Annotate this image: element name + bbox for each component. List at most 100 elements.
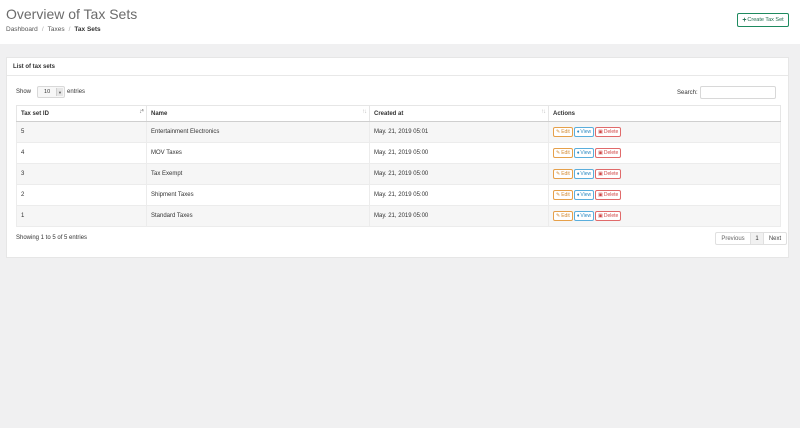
column-header-label: Tax set ID bbox=[21, 110, 49, 117]
cell-id: 5 bbox=[16, 121, 147, 143]
breadcrumb: Dashboard / Taxes / Tax Sets bbox=[6, 26, 101, 33]
eye-icon: ♦ bbox=[576, 213, 580, 219]
edit-label: Edit bbox=[561, 129, 570, 135]
trash-icon: ▣ bbox=[598, 129, 603, 135]
view-button[interactable]: ♦ View bbox=[573, 148, 595, 158]
view-button[interactable]: ♦ View bbox=[573, 211, 595, 221]
cell-name: Tax Exempt bbox=[146, 163, 370, 185]
cell-actions: ✎ Edit ♦ View ▣ Delete bbox=[548, 205, 781, 227]
table-row: 2 Shipment Taxes May. 21, 2019 05:00 ✎ Ed… bbox=[16, 184, 781, 206]
page-1-button[interactable]: 1 bbox=[750, 233, 764, 244]
sort-desc-icon: ↓⁴ bbox=[139, 109, 144, 115]
cell-actions: ✎ Edit ♦ View ▣ Delete bbox=[548, 163, 781, 185]
cell-created: May. 21, 2019 05:00 bbox=[369, 184, 549, 206]
cell-name: MOV Taxes bbox=[146, 142, 370, 164]
cell-name: Entertainment Electronics bbox=[146, 121, 370, 143]
eye-icon: ♦ bbox=[576, 150, 580, 156]
delete-button[interactable]: ▣ Delete bbox=[595, 169, 622, 179]
column-header-name[interactable]: Name ↑↓ bbox=[146, 105, 370, 122]
delete-button[interactable]: ▣ Delete bbox=[595, 211, 622, 221]
edit-icon: ✎ bbox=[556, 171, 561, 177]
trash-icon: ▣ bbox=[598, 192, 603, 198]
table-row: 3 Tax Exempt May. 21, 2019 05:00 ✎ Edit ♦ V… bbox=[16, 163, 781, 185]
edit-button[interactable]: ✎ Edit bbox=[553, 127, 573, 137]
tax-sets-card: List of tax sets Show 10 ▼ entries Searc… bbox=[6, 57, 789, 258]
edit-label: Edit bbox=[561, 171, 570, 177]
cell-id: 2 bbox=[16, 184, 147, 206]
search-label: Search: bbox=[677, 89, 698, 96]
delete-button[interactable]: ▣ Delete bbox=[595, 190, 622, 200]
delete-label: Delete bbox=[603, 150, 619, 156]
view-button[interactable]: ♦ View bbox=[573, 169, 595, 179]
entries-select-value: 10 bbox=[44, 89, 51, 95]
create-tax-set-label: Create Tax Set bbox=[747, 17, 784, 23]
cell-created: May. 21, 2019 05:00 bbox=[369, 205, 549, 227]
page-header: Overview of Tax Sets Dashboard / Taxes /… bbox=[0, 0, 800, 44]
breadcrumb-separator: / bbox=[68, 26, 71, 33]
page-title: Overview of Tax Sets bbox=[6, 6, 138, 22]
search-input[interactable] bbox=[699, 86, 776, 99]
trash-icon: ▣ bbox=[598, 150, 603, 156]
view-button[interactable]: ♦ View bbox=[573, 127, 595, 137]
plus-icon: + bbox=[742, 16, 747, 24]
breadcrumb-taxes[interactable]: Taxes bbox=[48, 26, 65, 33]
edit-button[interactable]: ✎ Edit bbox=[553, 211, 573, 221]
table-row: 5 Entertainment Electronics May. 21, 201… bbox=[16, 121, 781, 143]
view-label: View bbox=[580, 213, 592, 219]
edit-button[interactable]: ✎ Edit bbox=[553, 190, 573, 200]
cell-created: May. 21, 2019 05:01 bbox=[369, 121, 549, 143]
card-title: List of tax sets bbox=[7, 58, 788, 76]
edit-label: Edit bbox=[561, 213, 570, 219]
cell-actions: ✎ Edit ♦ View ▣ Delete bbox=[548, 121, 781, 143]
create-tax-set-button[interactable]: + Create Tax Set bbox=[737, 13, 789, 27]
tax-sets-table: Tax set ID ↓⁴ Name ↑↓ Created at ↑↓ Actions… bbox=[16, 105, 781, 227]
table-row: 4 MOV Taxes May. 21, 2019 05:00 ✎ Edit ♦ Vi… bbox=[16, 142, 781, 164]
pagination: Previous 1 Next bbox=[715, 232, 787, 245]
column-header-id[interactable]: Tax set ID ↓⁴ bbox=[16, 105, 147, 122]
table-header-row: Tax set ID ↓⁴ Name ↑↓ Created at ↑↓ Actions bbox=[16, 105, 781, 122]
entries-length-control: Show 10 ▼ entries bbox=[16, 86, 85, 98]
delete-label: Delete bbox=[603, 192, 619, 198]
edit-button[interactable]: ✎ Edit bbox=[553, 148, 573, 158]
cell-name: Standard Taxes bbox=[146, 205, 370, 227]
view-label: View bbox=[580, 171, 592, 177]
column-header-created[interactable]: Created at ↑↓ bbox=[369, 105, 549, 122]
edit-icon: ✎ bbox=[556, 150, 561, 156]
delete-label: Delete bbox=[603, 129, 619, 135]
entries-select[interactable]: 10 ▼ bbox=[37, 86, 66, 98]
cell-name: Shipment Taxes bbox=[146, 184, 370, 206]
cell-actions: ✎ Edit ♦ View ▣ Delete bbox=[548, 184, 781, 206]
column-header-actions: Actions bbox=[548, 105, 781, 122]
cell-created: May. 21, 2019 05:00 bbox=[369, 163, 549, 185]
cell-id: 1 bbox=[16, 205, 147, 227]
breadcrumb-current: Tax Sets bbox=[74, 26, 101, 33]
delete-label: Delete bbox=[603, 213, 619, 219]
view-label: View bbox=[580, 129, 592, 135]
next-page-button[interactable]: Next bbox=[764, 233, 786, 244]
trash-icon: ▣ bbox=[598, 171, 603, 177]
breadcrumb-dashboard[interactable]: Dashboard bbox=[6, 26, 38, 33]
search-control: Search: bbox=[677, 86, 776, 99]
view-label: View bbox=[580, 150, 592, 156]
cell-created: May. 21, 2019 05:00 bbox=[369, 142, 549, 164]
edit-label: Edit bbox=[561, 192, 570, 198]
column-header-label: Created at bbox=[374, 110, 404, 117]
trash-icon: ▣ bbox=[598, 213, 603, 219]
entries-label: entries bbox=[67, 89, 86, 95]
eye-icon: ♦ bbox=[576, 192, 580, 198]
table-row: 1 Standard Taxes May. 21, 2019 05:00 ✎ Ed… bbox=[16, 205, 781, 227]
delete-label: Delete bbox=[603, 171, 619, 177]
previous-page-button[interactable]: Previous bbox=[716, 233, 750, 244]
chevron-down-icon: ▼ bbox=[56, 88, 64, 96]
sort-icon: ↑↓ bbox=[362, 109, 367, 115]
edit-icon: ✎ bbox=[556, 129, 561, 135]
table-info: Showing 1 to 5 of 5 entries bbox=[16, 235, 88, 241]
edit-icon: ✎ bbox=[556, 213, 561, 219]
delete-button[interactable]: ▣ Delete bbox=[595, 148, 622, 158]
edit-button[interactable]: ✎ Edit bbox=[553, 169, 573, 179]
eye-icon: ♦ bbox=[576, 171, 580, 177]
sort-icon: ↑↓ bbox=[541, 109, 546, 115]
cell-id: 4 bbox=[16, 142, 147, 164]
view-button[interactable]: ♦ View bbox=[573, 190, 595, 200]
delete-button[interactable]: ▣ Delete bbox=[595, 127, 622, 137]
